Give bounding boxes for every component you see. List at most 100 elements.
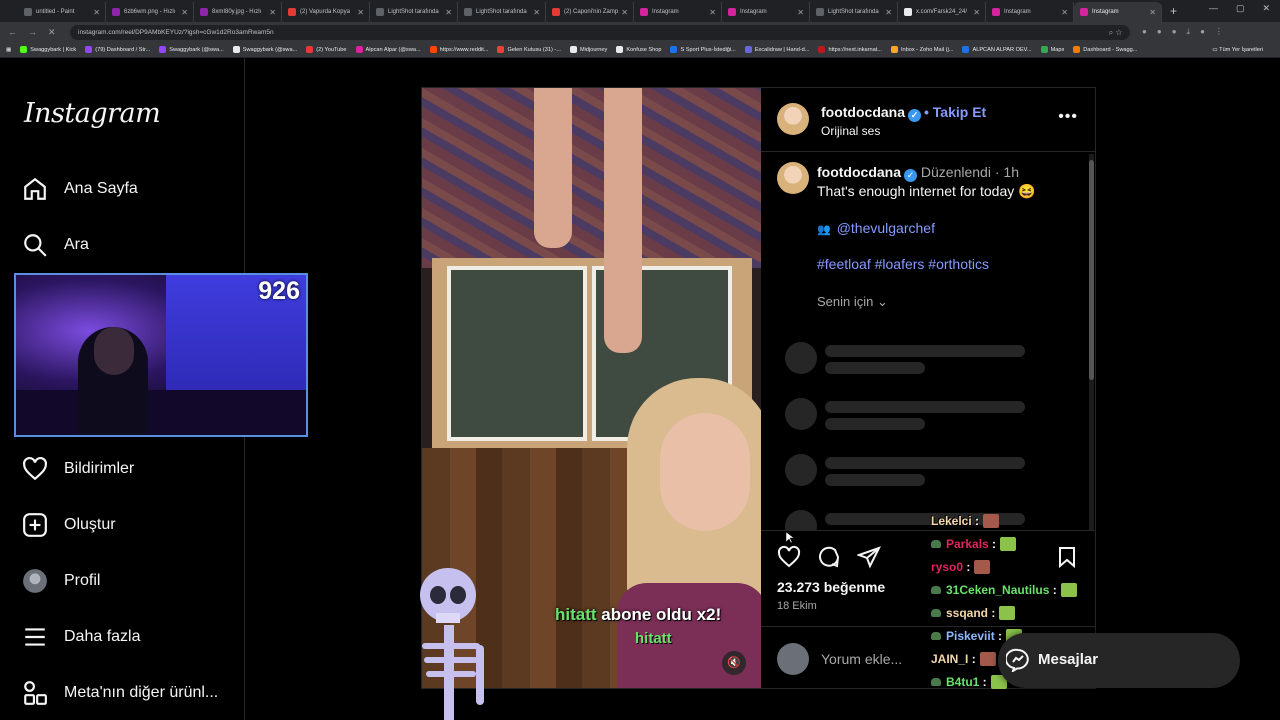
- bookmark-favicon-icon: [1040, 46, 1048, 53]
- follow-button[interactable]: • Takip Et: [924, 104, 986, 120]
- bookmark-favicon-icon: [616, 46, 624, 53]
- minimize-icon[interactable]: —: [1209, 3, 1218, 14]
- tab-close-icon[interactable]: ✕: [181, 8, 188, 17]
- bookmark-item[interactable]: Inbox - Zoho Mail (j...: [890, 46, 953, 53]
- hashtags[interactable]: #feetloaf #loafers #orthotics: [817, 256, 989, 272]
- tab-close-icon[interactable]: ✕: [1149, 8, 1156, 17]
- back-icon[interactable]: ←: [8, 27, 20, 37]
- like-count[interactable]: 23.273 beğenme: [777, 579, 885, 595]
- stop-icon[interactable]: ✕: [48, 27, 60, 38]
- tab-favicon-icon: [816, 8, 824, 16]
- bookmark-item[interactable]: (2) YouTube: [306, 46, 347, 53]
- bookmark-item[interactable]: https://www.reddit...: [429, 46, 488, 53]
- browser-tab[interactable]: Instagram ✕: [986, 2, 1074, 22]
- tab-close-icon[interactable]: ✕: [533, 8, 540, 17]
- bookmark-item[interactable]: Alpcan Alpar (@swa...: [355, 46, 421, 53]
- caption-username[interactable]: footdocdana: [817, 164, 901, 180]
- tab-favicon-icon: [200, 8, 208, 16]
- tab-close-icon[interactable]: ✕: [621, 8, 628, 17]
- bookmark-item[interactable]: Swaggybark (@swa...: [159, 46, 224, 53]
- bookmark-item[interactable]: Excalidraw | Hand-d...: [744, 46, 809, 53]
- download-icon[interactable]: ⤓: [1187, 27, 1191, 37]
- bookmark-item[interactable]: Midjourney: [569, 46, 607, 53]
- tab-close-icon[interactable]: ✕: [93, 8, 100, 17]
- extension-icon[interactable]: ●: [1157, 27, 1162, 37]
- tab-close-icon[interactable]: ✕: [797, 8, 804, 17]
- sidebar-item-meta-apps[interactable]: Meta'nın diğer ürünl...: [22, 680, 218, 706]
- comment-sort-dropdown[interactable]: Senin için ⌄: [817, 294, 888, 310]
- browser-tab[interactable]: Instagram ✕: [1074, 2, 1162, 22]
- tab-close-icon[interactable]: ✕: [885, 8, 892, 17]
- bookmark-label: ALPCAN ALPAR OEV...: [972, 46, 1032, 53]
- bookmark-item[interactable]: Konfuse Shop: [616, 46, 661, 53]
- chat-badge-icon: [931, 609, 941, 617]
- comment-icon[interactable]: [817, 545, 841, 569]
- sidebar-item-search[interactable]: Ara: [22, 232, 89, 258]
- more-options-icon[interactable]: •••: [1058, 108, 1078, 126]
- verified-badge-icon: ✓: [908, 109, 921, 122]
- audio-label[interactable]: Orijinal ses: [821, 124, 880, 138]
- browser-tab[interactable]: (2) Vapurda Kopya ✕: [282, 2, 370, 22]
- browser-tab[interactable]: Instagram ✕: [722, 2, 810, 22]
- caption-avatar[interactable]: [777, 162, 809, 194]
- bookmark-item[interactable]: Gelen Kutusu (31) -...: [497, 46, 561, 53]
- tab-close-icon[interactable]: ✕: [709, 8, 716, 17]
- like-icon[interactable]: [777, 545, 801, 569]
- bookmark-item[interactable]: Swaggybark (@swa...: [232, 46, 297, 53]
- sidebar-item-notifications[interactable]: Bildirimler: [22, 456, 134, 482]
- author-username[interactable]: footdocdana: [821, 104, 905, 120]
- sidebar-item-profile[interactable]: Profil: [22, 568, 100, 594]
- browser-tab[interactable]: (2) Caponi'nin Zamp ✕: [546, 2, 634, 22]
- all-bookmarks[interactable]: ▭ Tüm Yer İşaretleri: [1212, 47, 1263, 53]
- apps-grid-icon[interactable]: ▦: [6, 47, 11, 53]
- browser-tab[interactable]: x.com/Farsk24_24/ ✕: [898, 2, 986, 22]
- forward-icon[interactable]: →: [28, 27, 40, 37]
- mention-link[interactable]: 👥 @thevulgarchef: [817, 220, 935, 236]
- tab-title: x.com/Farsk24_24/: [916, 9, 968, 15]
- close-window-icon[interactable]: ✕: [1262, 3, 1270, 14]
- bookmark-favicon-icon: [1073, 46, 1081, 53]
- chat-separator: :: [994, 629, 1003, 643]
- tagged-people-icon: 👥: [817, 224, 831, 236]
- browser-tab[interactable]: LightShot tarafında ✕: [810, 2, 898, 22]
- bookmark-item[interactable]: ALPCAN ALPAR OEV...: [962, 46, 1032, 53]
- bookmark-item[interactable]: Maps: [1040, 46, 1064, 53]
- author-avatar[interactable]: [777, 103, 809, 135]
- sidebar-item-more[interactable]: Daha fazla: [22, 624, 141, 650]
- tab-close-icon[interactable]: ✕: [1061, 8, 1068, 17]
- save-bookmark-icon[interactable]: [1055, 545, 1079, 569]
- messages-button[interactable]: Mesajlar: [998, 633, 1240, 688]
- tab-close-icon[interactable]: ✕: [445, 8, 452, 17]
- bookmark-item[interactable]: (79) Dashboard / Str...: [85, 46, 150, 53]
- mute-icon[interactable]: 🔇: [722, 651, 746, 675]
- comment-input[interactable]: Yorum ekle...: [821, 651, 902, 667]
- new-tab-button[interactable]: +: [1170, 2, 1177, 22]
- browser-tab[interactable]: Instagram ✕: [634, 2, 722, 22]
- scrollbar-thumb[interactable]: [1089, 160, 1094, 380]
- sub-alert-text: abone oldu x2!: [596, 605, 722, 624]
- share-icon[interactable]: [857, 545, 881, 569]
- browser-tab[interactable]: LightShot tarafında ✕: [458, 2, 546, 22]
- profile-icon[interactable]: ●: [1200, 27, 1205, 37]
- tab-close-icon[interactable]: ✕: [357, 8, 364, 17]
- browser-tab[interactable]: LightShot tarafında ✕: [370, 2, 458, 22]
- sidebar-item-label: Ana Sayfa: [64, 180, 138, 197]
- extension-icon[interactable]: ●: [1172, 27, 1177, 37]
- bookmark-item[interactable]: Dashboard - Swagg...: [1073, 46, 1137, 53]
- kebab-menu-icon[interactable]: ⋮: [1215, 27, 1223, 37]
- bookmark-item[interactable]: S Sport Plus-İstediği...: [670, 46, 736, 53]
- browser-tab[interactable]: 8xmI80y.jpg - Hızlı ✕: [194, 2, 282, 22]
- browser-tab[interactable]: 6zb6wm.png - Hızlı ✕: [106, 2, 194, 22]
- extension-icon[interactable]: ●: [1142, 27, 1147, 37]
- tab-close-icon[interactable]: ✕: [269, 8, 276, 17]
- browser-tab[interactable]: untitled - Paint ✕: [18, 2, 106, 22]
- tab-title: LightShot tarafında: [828, 9, 879, 15]
- instagram-logo[interactable]: Instagram: [24, 98, 161, 129]
- sidebar-item-home[interactable]: Ana Sayfa: [22, 176, 138, 202]
- tab-close-icon[interactable]: ✕: [973, 8, 980, 17]
- sidebar-item-create[interactable]: Oluştur: [22, 512, 116, 538]
- bookmark-item[interactable]: Swaggybark | Kick: [20, 46, 76, 53]
- bookmark-item[interactable]: https://next.inkarnat...: [818, 46, 882, 53]
- url-bar[interactable]: instagram.com/reel/DP9AMbKEYUz/?igsh=cGw…: [70, 24, 1130, 40]
- maximize-icon[interactable]: ▢: [1236, 3, 1245, 14]
